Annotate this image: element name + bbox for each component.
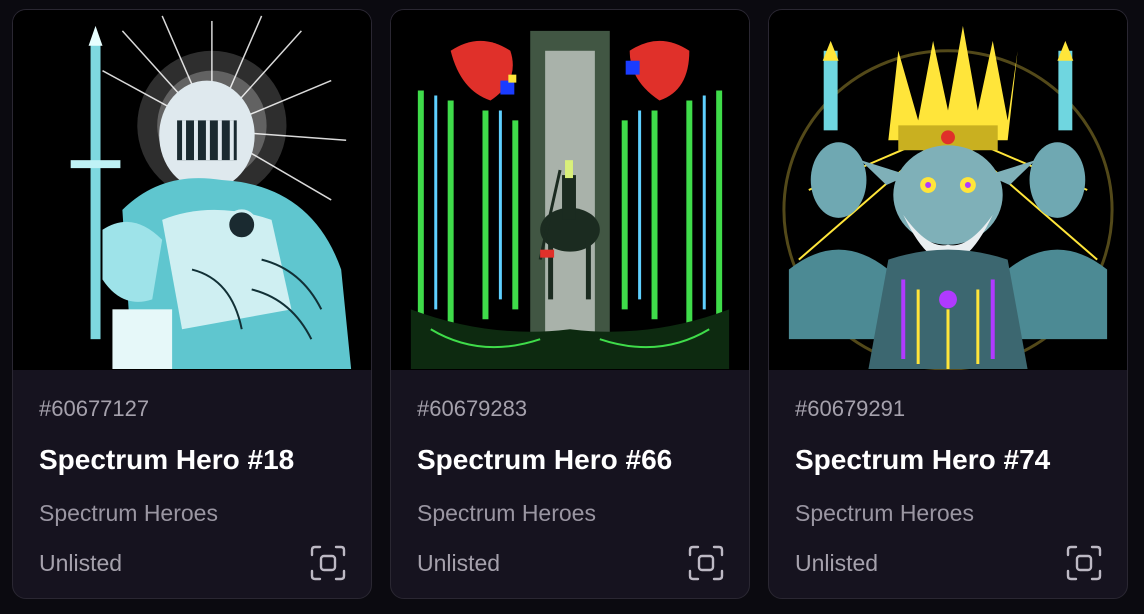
listing-status: Unlisted (795, 550, 879, 576)
card-info: #60677127 Spectrum Hero #18 Spectrum Her… (13, 370, 371, 598)
token-id: #60679283 (417, 396, 528, 421)
scan-button[interactable] (687, 544, 725, 582)
listing-status: Unlisted (39, 550, 123, 576)
card-info: #60679291 Spectrum Hero #74 Spectrum Her… (769, 370, 1127, 598)
token-id: #60679291 (795, 396, 906, 421)
scan-icon (310, 545, 346, 581)
scan-icon (688, 545, 724, 581)
nft-title[interactable]: Spectrum Hero #66 (417, 444, 723, 476)
nft-artwork-goblin-king[interactable] (769, 10, 1127, 370)
nft-title[interactable]: Spectrum Hero #74 (795, 444, 1101, 476)
nft-card[interactable]: #60679283 Spectrum Hero #66 Spectrum Her… (390, 9, 750, 599)
collection-name[interactable]: Spectrum Heroes (417, 500, 723, 527)
nft-card-grid: #60677127 Spectrum Hero #18 Spectrum Her… (12, 9, 1128, 599)
listing-status: Unlisted (417, 550, 501, 576)
scan-button[interactable] (1065, 544, 1103, 582)
nft-artwork-knight[interactable] (13, 10, 371, 370)
scan-icon (1066, 545, 1102, 581)
token-id: #60677127 (39, 396, 150, 421)
collection-name[interactable]: Spectrum Heroes (39, 500, 345, 527)
nft-card[interactable]: #60677127 Spectrum Hero #18 Spectrum Her… (12, 9, 372, 599)
card-info: #60679283 Spectrum Hero #66 Spectrum Her… (391, 370, 749, 598)
nft-card[interactable]: #60679291 Spectrum Hero #74 Spectrum Her… (768, 9, 1128, 599)
scan-button[interactable] (309, 544, 347, 582)
nft-artwork-rider[interactable] (391, 10, 749, 370)
collection-name[interactable]: Spectrum Heroes (795, 500, 1101, 527)
nft-title[interactable]: Spectrum Hero #18 (39, 444, 345, 476)
